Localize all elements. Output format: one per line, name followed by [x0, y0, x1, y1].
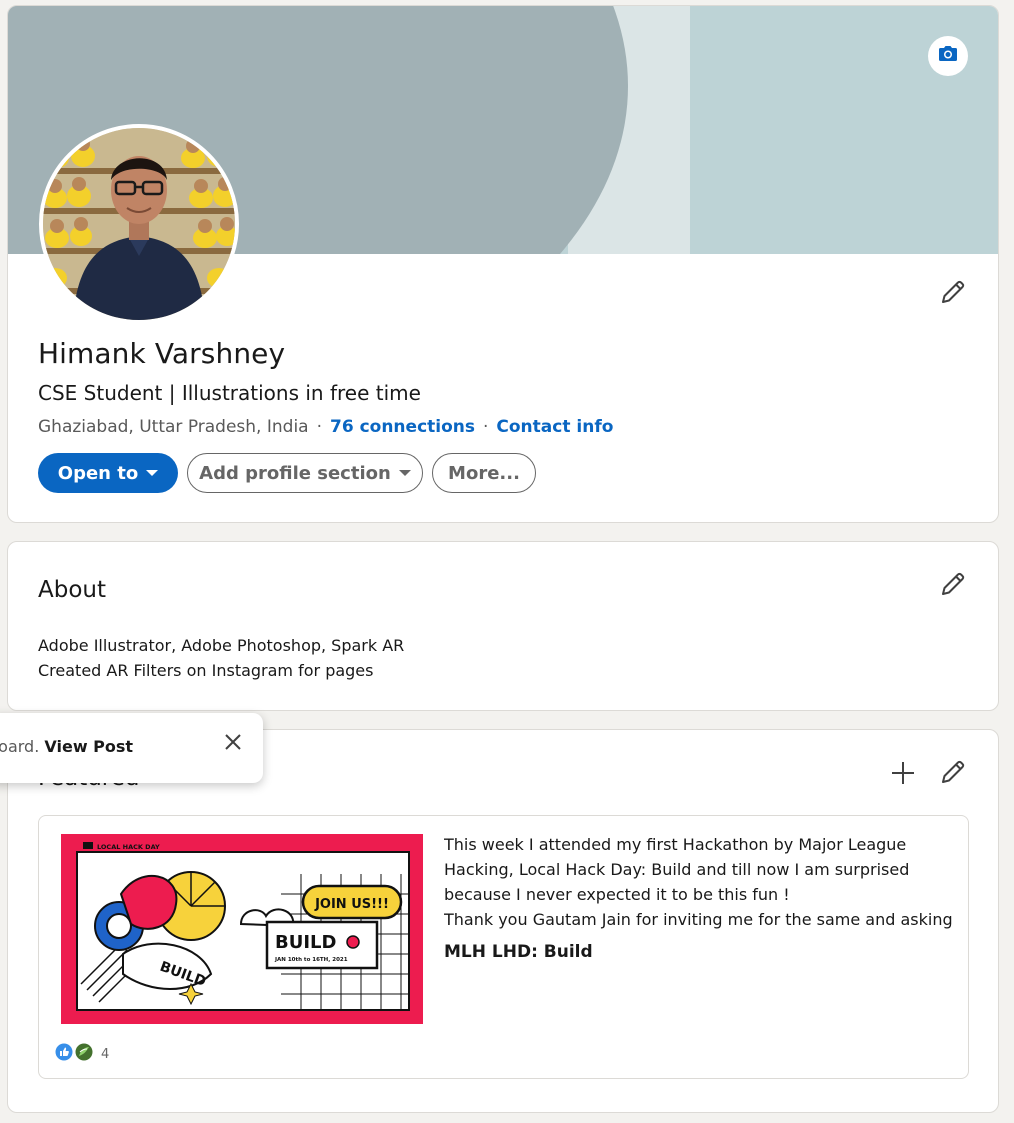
edit-featured-button[interactable]: [935, 756, 971, 792]
add-profile-section-button[interactable]: Add profile section: [187, 453, 423, 493]
thumbnail-dates: JAN 10th to 16TH, 2021: [274, 957, 348, 963]
about-line: Created AR Filters on Instagram for page…: [38, 661, 374, 680]
profile-intro-card: Himank Varshney CSE Student | Illustrati…: [7, 5, 999, 523]
camera-icon: [938, 45, 958, 67]
profile-meta-line: Ghaziabad, Uttar Pradesh, India · 76 conne…: [38, 417, 613, 437]
pencil-icon: [940, 759, 966, 789]
thumbnail-cta: JOIN US!!!: [314, 897, 389, 912]
support-reaction-icon: [75, 1043, 93, 1065]
profile-name: Himank Varshney: [38, 337, 286, 370]
add-section-label: Add profile section: [199, 462, 391, 484]
pencil-icon: [940, 279, 966, 309]
thumbnail-brand: LOCAL HACK DAY: [97, 843, 160, 851]
featured-post[interactable]: BUILD JOIN US!!! BUILD JAN 10th to 16TH,…: [38, 815, 969, 1079]
featured-description: This week I attended my first Hackathon …: [444, 832, 954, 932]
like-reaction-icon: [55, 1043, 73, 1065]
caret-down-icon: [146, 470, 159, 476]
reactions-summary[interactable]: 4: [55, 1043, 109, 1065]
meta-separator: ·: [483, 417, 489, 437]
more-button[interactable]: More...: [432, 453, 536, 493]
description-line: This week I attended my first Hackathon …: [444, 835, 907, 854]
about-card: About Adobe Illustrator, Adobe Photoshop…: [7, 541, 999, 711]
edit-about-button[interactable]: [935, 568, 971, 604]
about-text: Adobe Illustrator, Adobe Photoshop, Spar…: [38, 633, 404, 683]
connections-link[interactable]: 76 connections: [330, 417, 475, 437]
view-post-link[interactable]: View Post: [44, 737, 133, 756]
add-featured-button[interactable]: [885, 757, 921, 793]
description-line: because I never expected it to be this f…: [444, 885, 790, 904]
meta-separator: ·: [316, 417, 322, 437]
more-label: More...: [448, 462, 520, 484]
profile-headline: CSE Student | Illustrations in free time: [38, 381, 421, 405]
pencil-icon: [940, 571, 966, 601]
featured-thumbnail: BUILD JOIN US!!! BUILD JAN 10th to 16TH,…: [61, 834, 423, 1024]
about-title: About: [38, 577, 107, 603]
edit-banner-button[interactable]: [928, 36, 968, 76]
toast-text: board.: [0, 737, 40, 756]
plus-icon: [891, 761, 915, 789]
featured-card: Featured: [7, 729, 999, 1113]
open-to-label: Open to: [57, 462, 139, 484]
reaction-count: 4: [101, 1046, 110, 1062]
profile-photo[interactable]: [39, 124, 239, 324]
edit-intro-button[interactable]: [935, 276, 971, 312]
description-line: Thank you Gautam Jain for inviting me fo…: [444, 910, 954, 929]
toast-message: board. View Post: [0, 737, 133, 756]
profile-location: Ghaziabad, Uttar Pradesh, India: [38, 417, 309, 437]
featured-post-title: MLH LHD: Build: [444, 942, 593, 962]
open-to-button[interactable]: Open to: [38, 453, 178, 493]
contact-info-link[interactable]: Contact info: [496, 417, 613, 437]
caret-down-icon: [398, 470, 411, 476]
description-line: Hacking, Local Hack Day: Build and till …: [444, 860, 910, 879]
notification-toast: board. View Post: [0, 713, 263, 783]
close-icon: [225, 734, 241, 754]
toast-close-button[interactable]: [220, 731, 246, 757]
about-line: Adobe Illustrator, Adobe Photoshop, Spar…: [38, 636, 405, 655]
thumbnail-title: BUILD: [275, 932, 336, 953]
